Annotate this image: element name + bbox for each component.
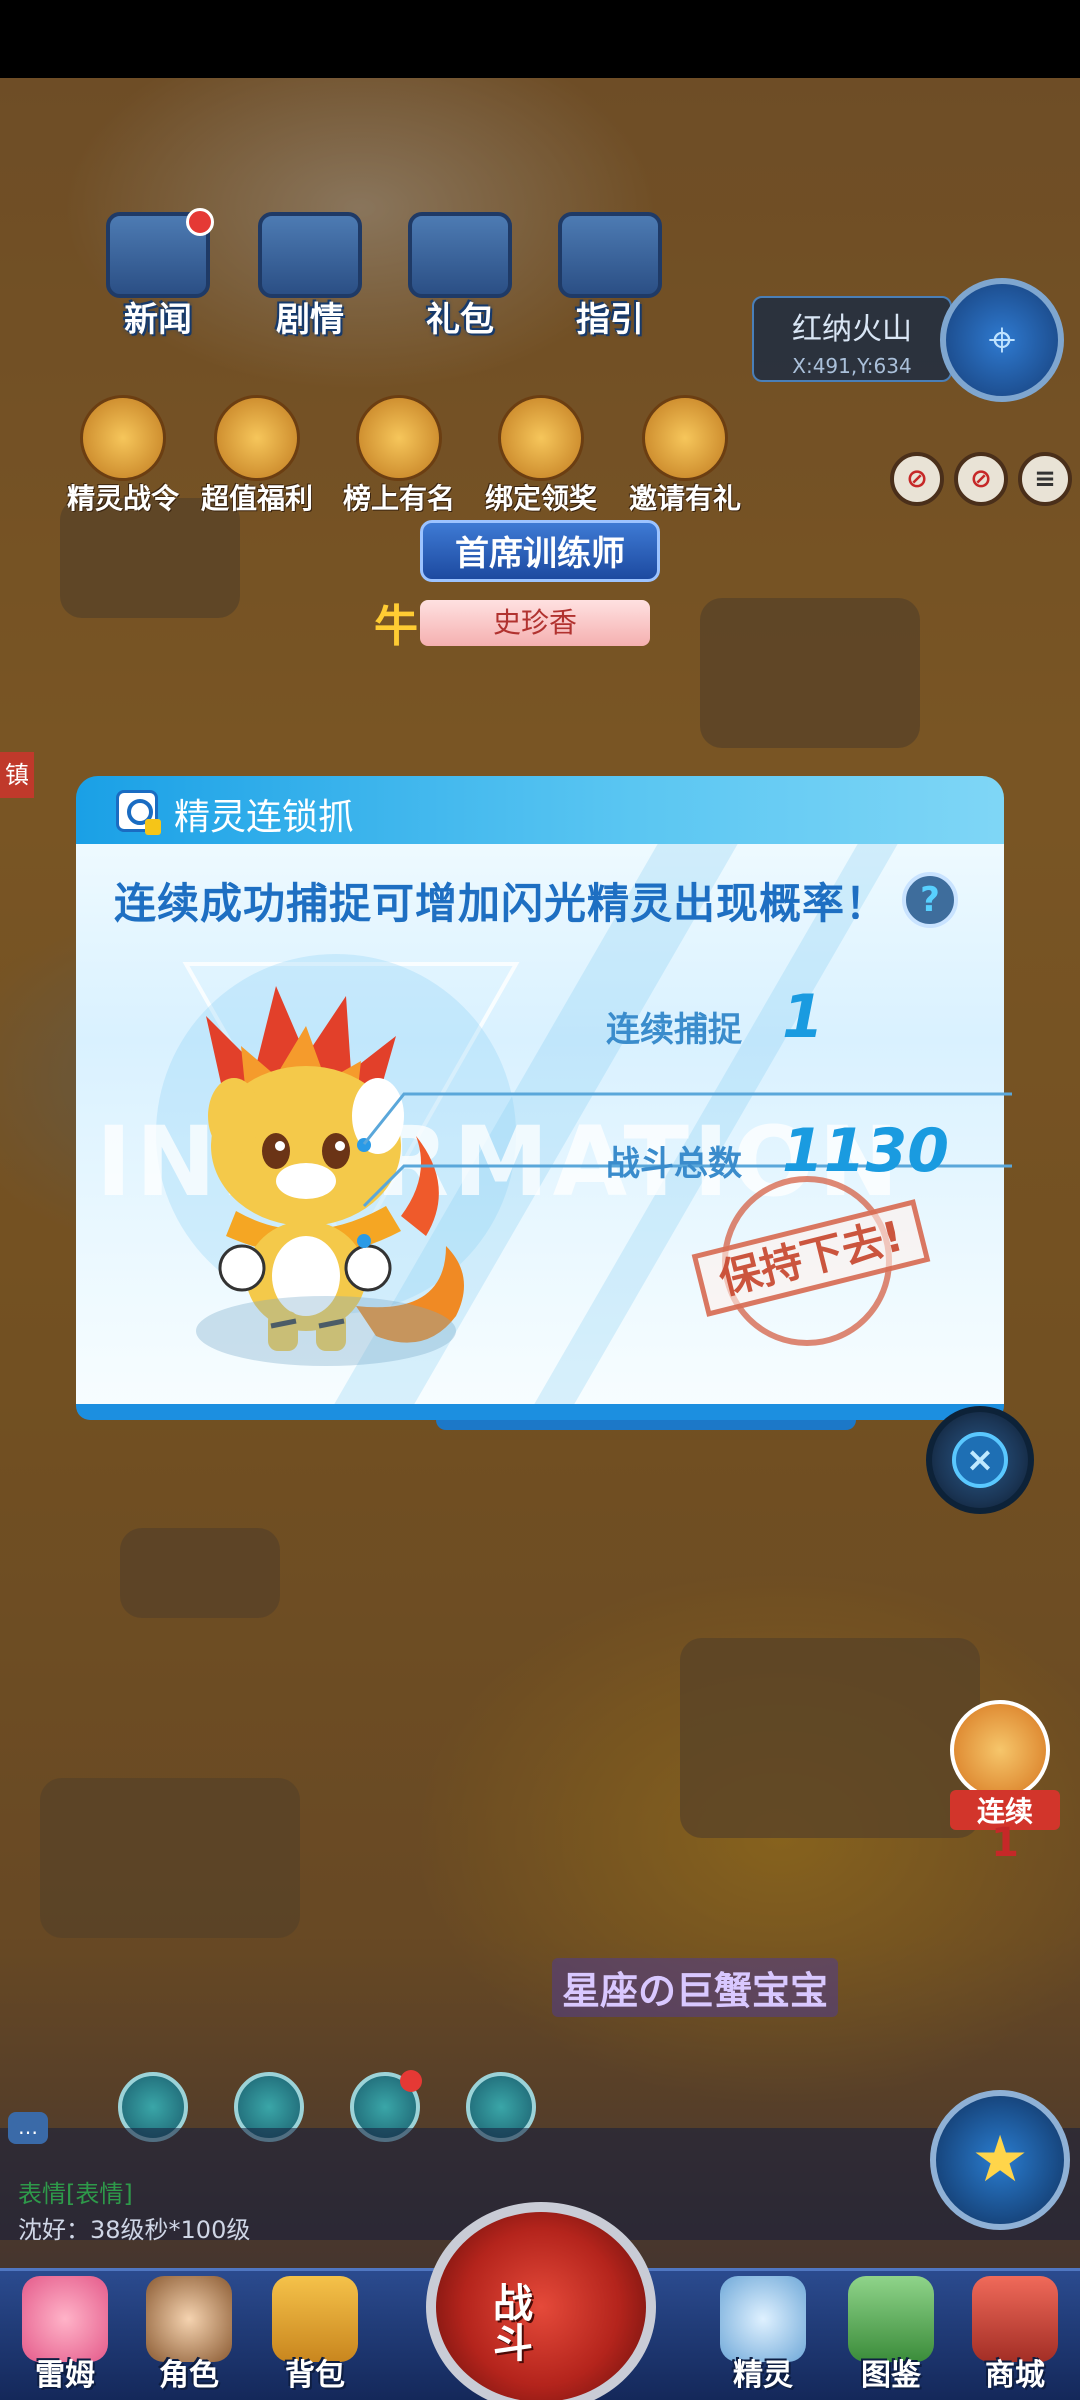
guide-button[interactable]: 指引 (540, 212, 680, 341)
help-button[interactable]: ? (902, 872, 958, 928)
dialog-headline: 连续成功捕捉可增加闪光精灵出现概率！ (114, 879, 889, 928)
nav-label: 图鉴 (861, 2358, 921, 2393)
nav-label: 雷姆 (35, 2358, 95, 2393)
mute-icon[interactable]: ⊘ (890, 452, 944, 506)
promo-invite[interactable]: 邀请有礼 (610, 395, 760, 517)
nav-character-button[interactable]: 角色 (134, 2270, 244, 2400)
notification-dot (400, 2070, 422, 2092)
promo-bind-reward[interactable]: 绑定领奖 (466, 395, 616, 517)
total-battles-label: 战斗总数 (606, 1144, 742, 1184)
promo-welfare[interactable]: 超值福利 (182, 395, 332, 517)
player-name: 史珍香 (420, 600, 650, 646)
news-label: 新闻 (124, 300, 192, 340)
streak-count: 1 (991, 1820, 1019, 1866)
close-icon: × (952, 1432, 1008, 1488)
nav-pet-button[interactable]: 雷姆 (10, 2270, 120, 2400)
search-icon (116, 790, 161, 835)
nav-sprite-button[interactable]: 精灵 (708, 2270, 818, 2400)
news-icon (106, 208, 214, 298)
nav-backpack-button[interactable]: 背包 (260, 2270, 370, 2400)
streak-sprite-icon (950, 1700, 1050, 1800)
guide-icon (558, 212, 662, 298)
location-coords: X:491,Y:634 (792, 354, 912, 378)
player-title: 首席训练师 (420, 520, 660, 582)
promo-label: 绑定领奖 (484, 482, 597, 515)
dialog-footer-accent (436, 1420, 856, 1430)
consecutive-capture-label: 连续捕捉 (606, 1010, 742, 1050)
notification-dot (186, 208, 214, 236)
promo-label: 超值福利 (200, 482, 313, 515)
gift-pack-button[interactable]: 礼包 (390, 212, 530, 341)
nav-shop-button[interactable]: 商城 (960, 2270, 1070, 2400)
map-button[interactable]: ⌖ (940, 278, 1064, 402)
chat-message-1: 表情[表情] (18, 2180, 133, 2208)
story-button[interactable]: 剧情 (240, 212, 380, 341)
menu-icon[interactable]: ≡ (1018, 452, 1072, 506)
promo-label: 邀请有礼 (628, 482, 741, 515)
news-button[interactable]: 新闻 (88, 208, 228, 341)
guide-label: 指引 (576, 300, 644, 340)
gift-pack-label: 礼包 (426, 300, 494, 340)
zodiac-badge: 牛 (374, 601, 418, 652)
consecutive-capture-value: 1 (782, 982, 824, 1052)
close-button[interactable]: × (926, 1406, 1034, 1514)
left-edge-tab[interactable]: 镇 (0, 752, 34, 798)
nav-encyclopedia-button[interactable]: 图鉴 (836, 2270, 946, 2400)
dialog-footer (76, 1404, 1004, 1420)
nav-label: 角色 (159, 2358, 219, 2393)
invite-icon (642, 395, 728, 481)
promo-battle-pass[interactable]: 精灵战令 (48, 395, 198, 517)
promo-ranking[interactable]: 榜上有名 (324, 395, 474, 517)
battle-label: 战斗 (486, 2282, 532, 2362)
battle-button[interactable]: 战斗 (426, 2202, 656, 2400)
dialog-header: 精灵连锁抓 (76, 776, 1004, 844)
status-bar (0, 0, 1080, 78)
nav-label: 商城 (985, 2358, 1045, 2393)
gift-pack-icon (408, 212, 512, 298)
ranking-icon (356, 395, 442, 481)
chat-icon[interactable]: … (8, 2112, 48, 2144)
location-name: 红纳火山 (792, 312, 912, 347)
streak-badge[interactable]: 连续 1 (950, 1700, 1060, 1870)
story-label: 剧情 (276, 300, 344, 340)
promo-label: 精灵战令 (66, 482, 179, 515)
map-icon: ⌖ (988, 311, 1016, 368)
no-effects-icon[interactable]: ⊘ (954, 452, 1008, 506)
promo-label: 榜上有名 (342, 482, 455, 515)
nav-label: 背包 (285, 2358, 345, 2393)
chain-capture-dialog: 精灵连锁抓 连续成功捕捉可增加闪光精灵出现概率！ ? INFORMATION 连… (76, 776, 1034, 1514)
star-icon: ★ (971, 2123, 1029, 2197)
story-icon (258, 212, 362, 298)
chat-message-2: 沈好：38级秒*100级 (18, 2216, 251, 2244)
location-panel[interactable]: 红纳火山 X:491,Y:634 (752, 296, 952, 382)
nav-label: 精灵 (733, 2358, 793, 2393)
bind-reward-icon (498, 395, 584, 481)
star-quest-button[interactable]: ★ (930, 2090, 1070, 2230)
dialog-title: 精灵连锁抓 (174, 797, 355, 838)
battle-pass-icon (80, 395, 166, 481)
welfare-icon (214, 395, 300, 481)
event-banner[interactable]: 星座の巨蟹宝宝 (552, 1958, 839, 2017)
